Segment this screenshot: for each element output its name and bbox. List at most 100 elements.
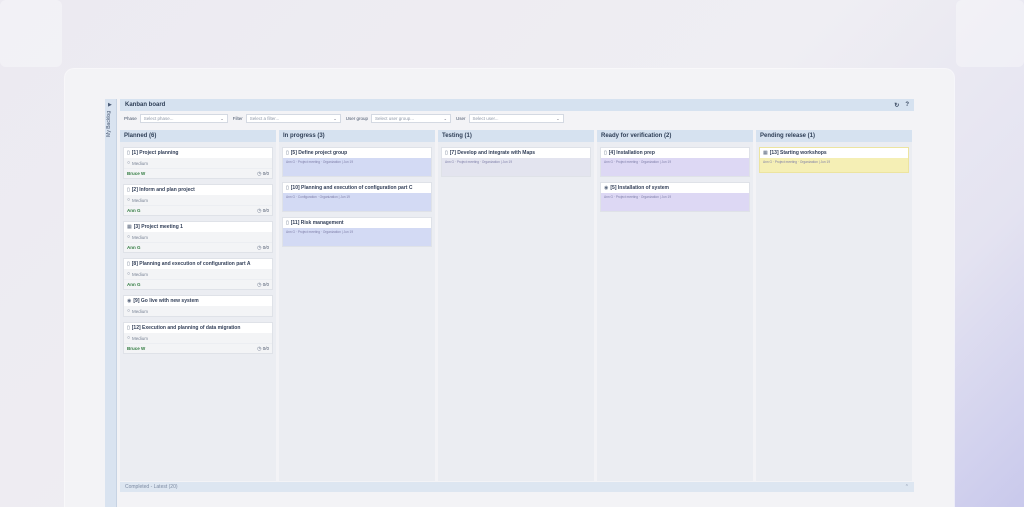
backlog-sidebar[interactable]: ▶ My Backlog	[105, 99, 117, 507]
column-header: Pending release (1)	[756, 130, 912, 142]
card-priority: Medium	[132, 335, 149, 341]
chevron-down-icon: ⌄	[220, 116, 224, 121]
card-assignee: Ann G	[127, 245, 141, 250]
board-titlebar: Kanban board ↻ ?	[120, 99, 914, 111]
card-details-strip: Ann G · Project meeting · Organization |…	[442, 158, 590, 176]
task-icon: ▯	[127, 150, 130, 156]
card-title: [3] Project meeting 1	[133, 224, 183, 230]
card-count: 0/0	[262, 346, 269, 351]
phase-label: Phase	[124, 116, 137, 121]
filter-label: Filter	[232, 116, 243, 121]
completed-bar[interactable]: Completed - Latest (20) ⌃	[120, 482, 914, 492]
priority-icon: ○	[127, 335, 131, 341]
clock-icon: ◷	[257, 207, 262, 214]
priority-icon: ○	[127, 271, 131, 277]
clock-icon: ◷	[257, 345, 262, 352]
task-card[interactable]: ◉ [9] Go live with new system ○ Medium	[123, 295, 273, 317]
card-count: 0/0	[262, 171, 269, 176]
chevron-up-icon[interactable]: ⌃	[905, 484, 909, 490]
app-window: ▶ My Backlog Kanban board ↻ ? Phase Sele…	[65, 69, 954, 507]
task-card[interactable]: ▦ [3] Project meeting 1 ○ Medium Ann G ◷ 0/…	[123, 221, 273, 253]
clock-icon: ◷	[257, 281, 262, 288]
usergroup-select[interactable]: Select user group... ⌄	[371, 114, 452, 123]
column-header: Ready for verification (2)	[597, 130, 753, 142]
task-icon: ▯	[127, 261, 130, 267]
card-details-strip: Ann G · Project meeting · Organization |…	[283, 228, 431, 246]
task-card[interactable]: ▯ [7] Develop and integrate with Maps Ann…	[441, 147, 591, 177]
filter-select[interactable]: Select a filter... ⌄	[245, 114, 341, 123]
card-title: [12] Execution and planning of data migr…	[131, 325, 241, 331]
task-icon: ▯	[604, 150, 607, 156]
usergroup-label: User group	[345, 116, 369, 121]
card-title: [5] Installation of system	[610, 185, 669, 191]
column-ready-for-verification: Ready for verification (2) ▯ [4] Installa…	[597, 130, 753, 481]
card-assignee: Ann G	[127, 208, 141, 213]
card-title: [11] Risk management	[290, 220, 344, 226]
user-select[interactable]: Select user... ⌄	[468, 114, 564, 123]
phase-select[interactable]: Select phase... ⌄	[139, 114, 228, 123]
task-icon: ▯	[127, 325, 130, 331]
card-priority: Medium	[132, 308, 149, 314]
card-priority: Medium	[132, 271, 149, 277]
column-pending-release: Pending release (1) ▦ [13] Starting works…	[756, 130, 912, 481]
task-card[interactable]: ▯ [2] Inform and plan project ○ Medium Ann…	[123, 184, 273, 216]
card-title: [7] Develop and integrate with Maps	[449, 150, 536, 156]
priority-icon: ○	[127, 234, 131, 240]
priority-icon: ○	[127, 308, 131, 314]
expand-arrow-icon[interactable]: ▶	[108, 102, 112, 108]
card-details-strip: Ann G · Project meeting · Organization |…	[601, 193, 749, 211]
priority-icon: ○	[127, 197, 131, 203]
card-details-strip: Ann G · Configuration · Organization | J…	[283, 193, 431, 211]
task-icon: ▯	[286, 220, 289, 226]
calendar-icon: ▦	[763, 150, 768, 156]
task-card[interactable]: ▯ [8] Planning and execution of configura…	[123, 258, 273, 290]
task-icon: ▯	[286, 185, 289, 191]
card-title: [9] Go live with new system	[133, 298, 199, 304]
board-title: Kanban board	[125, 102, 166, 108]
card-priority: Medium	[132, 197, 149, 203]
card-count: 0/0	[262, 282, 269, 287]
task-card[interactable]: ▯ [10] Planning and execution of configur…	[282, 182, 432, 212]
task-card[interactable]: ▦ [13] Starting workshops Ann G · Project…	[759, 147, 909, 173]
card-assignee: Ann G	[127, 282, 141, 287]
card-count: 0/0	[262, 208, 269, 213]
card-title: [10] Planning and execution of configura…	[290, 185, 413, 191]
card-title: [13] Starting workshops	[769, 150, 827, 156]
refresh-icon[interactable]: ↻	[894, 102, 899, 109]
task-icon: ▯	[445, 150, 448, 156]
card-details-strip: Ann G · Project meeting · Organization |…	[283, 158, 431, 176]
card-title: [1] Project planning	[131, 150, 179, 156]
card-title: [8] Planning and execution of configurat…	[131, 261, 251, 267]
column-header: Testing (1)	[438, 130, 594, 142]
card-details-strip: Ann G · Project meeting · Organization |…	[760, 158, 908, 172]
card-count: 0/0	[262, 245, 269, 250]
task-card[interactable]: ▯ [12] Execution and planning of data mig…	[123, 322, 273, 354]
task-card[interactable]: ▯ [11] Risk management Ann G · Project me…	[282, 217, 432, 247]
milestone-icon: ◉	[127, 298, 132, 304]
chevron-down-icon: ⌄	[443, 116, 448, 121]
card-priority: Medium	[132, 234, 149, 240]
task-card[interactable]: ▯ [1] Project planning ○ Medium Bruce W ◷ 0…	[123, 147, 273, 179]
card-title: [4] Installation prep	[608, 150, 655, 156]
background-tile	[956, 0, 1024, 67]
task-card[interactable]: ◉ [5] Installation of system Ann G · Proj…	[600, 182, 750, 212]
task-card[interactable]: ▯ [5] Define project group Ann G · Projec…	[282, 147, 432, 177]
calendar-icon: ▦	[127, 224, 132, 230]
user-label: User	[456, 116, 466, 121]
completed-label: Completed - Latest (20)	[125, 484, 178, 490]
card-title: [5] Define project group	[290, 150, 348, 156]
column-in-progress: In progress (3) ▯ [5] Define project grou…	[279, 130, 435, 481]
background-tile	[0, 0, 62, 67]
help-icon[interactable]: ?	[905, 102, 909, 108]
kanban-board: Kanban board ↻ ? Phase Select phase... ⌄ …	[120, 99, 914, 507]
milestone-icon: ◉	[604, 185, 609, 191]
column-testing: Testing (1) ▯ [7] Develop and integrate w…	[438, 130, 594, 481]
column-planned: Planned (6) ▯ [1] Project planning ○ Mediu…	[120, 130, 276, 481]
kanban-columns: Planned (6) ▯ [1] Project planning ○ Mediu…	[120, 130, 914, 481]
sidebar-label: My Backlog	[106, 111, 112, 137]
task-icon: ▯	[127, 187, 130, 193]
task-card[interactable]: ▯ [4] Installation prep Ann G · Project m…	[600, 147, 750, 177]
column-header: In progress (3)	[279, 130, 435, 142]
card-assignee: Bruce W	[127, 171, 146, 176]
card-title: [2] Inform and plan project	[131, 187, 195, 193]
